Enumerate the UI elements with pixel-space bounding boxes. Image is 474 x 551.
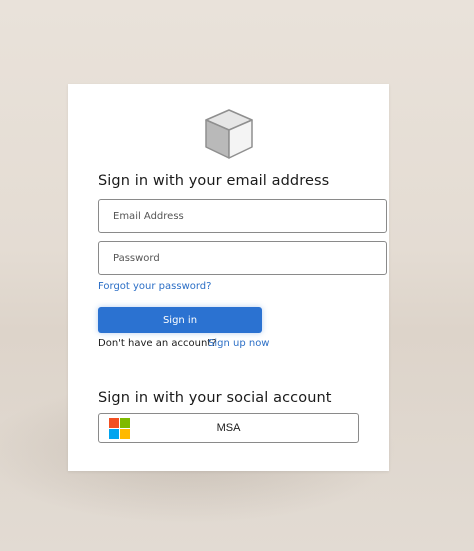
- signup-link[interactable]: Sign up now: [208, 338, 270, 349]
- email-signin-heading: Sign in with your email address: [98, 173, 330, 189]
- signin-card: Sign in with your email address Forgot y…: [68, 84, 389, 471]
- msa-label: MSA: [216, 422, 241, 434]
- signin-button[interactable]: Sign in: [98, 307, 262, 333]
- social-signin-heading: Sign in with your social account: [98, 390, 332, 406]
- forgot-password-link[interactable]: Forgot your password?: [98, 281, 211, 292]
- password-input[interactable]: [98, 241, 387, 275]
- no-account-text: Don't have an account?: [98, 338, 217, 349]
- cube-icon: [205, 109, 253, 159]
- email-input[interactable]: [98, 199, 387, 233]
- msa-signin-button[interactable]: MSA: [98, 413, 359, 443]
